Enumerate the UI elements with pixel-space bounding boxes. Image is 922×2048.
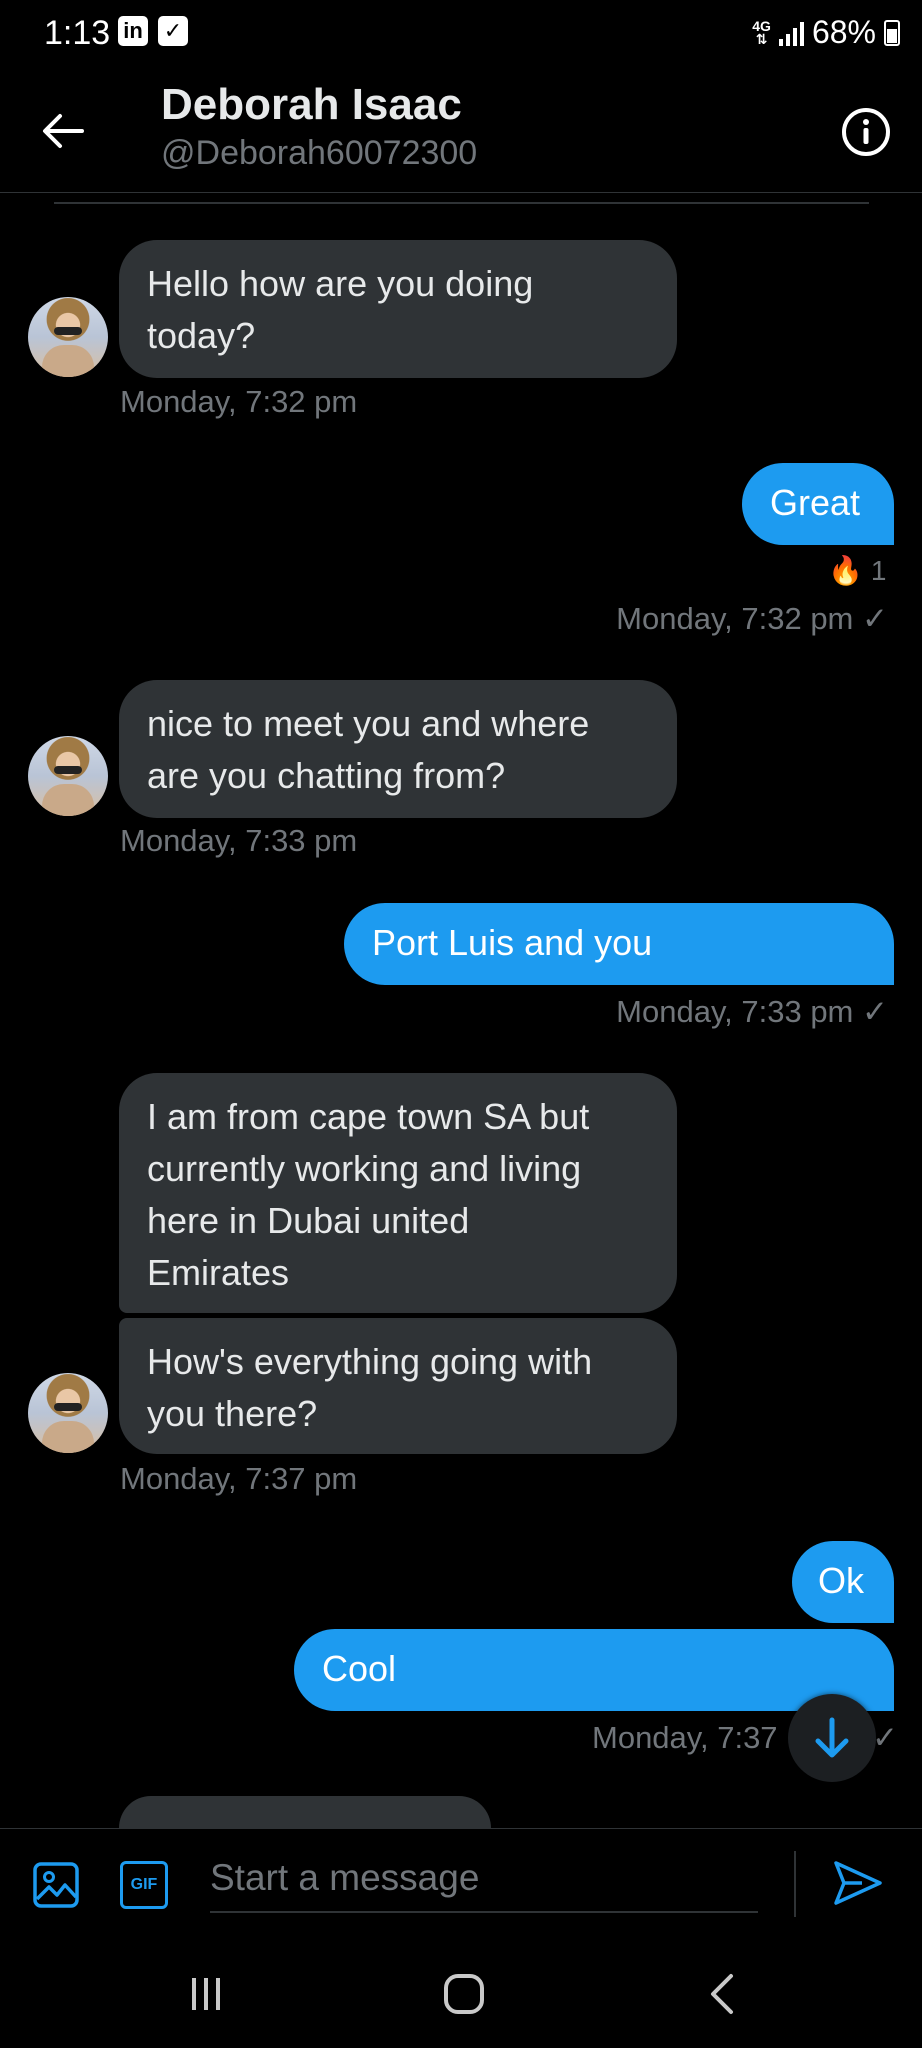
incoming-message-bubble[interactable]: Hello how are you doing today? [119, 240, 677, 378]
info-icon [842, 108, 890, 156]
checkbox-notification-icon: ✓ [158, 16, 188, 46]
message-text: Cool [322, 1648, 397, 1689]
message-timestamp: Monday, 7:32 pm [120, 384, 358, 419]
thread-top-divider [54, 202, 869, 204]
incoming-message-bubble-partial[interactable] [119, 1796, 491, 1828]
linkedin-icon: in [118, 16, 148, 46]
avatar[interactable] [28, 297, 108, 377]
timestamp-text: Monday, 7:33 pm [616, 994, 854, 1029]
outgoing-message-bubble[interactable]: Cool [294, 1629, 894, 1711]
message-line: here in Dubai united [147, 1200, 470, 1241]
arrow-down-icon [815, 1717, 849, 1758]
outgoing-message-bubble[interactable]: Port Luis and you [344, 903, 894, 985]
reaction-badge[interactable]: 🔥 1 [828, 554, 886, 587]
status-time: 1:13 [44, 14, 111, 52]
send-button[interactable] [832, 1857, 884, 1909]
outgoing-message-bubble[interactable]: Great [742, 463, 894, 545]
message-line: Emirates [147, 1252, 290, 1293]
incoming-message-bubble[interactable]: nice to meet you and where are you chatt… [119, 680, 677, 818]
message-line: Hello how are you doing [147, 263, 534, 304]
incoming-message-bubble[interactable]: How's everything going with you there? [119, 1318, 677, 1454]
contact-handle[interactable]: @Deborah60072300 [161, 134, 477, 173]
message-line: you there? [147, 1393, 318, 1434]
message-text: Port Luis and you [372, 922, 653, 963]
chevron-left-icon [711, 1974, 733, 2014]
fire-emoji-icon: 🔥 [828, 555, 863, 586]
message-timestamp: Monday, 7:33 pm [120, 823, 358, 858]
avatar[interactable] [28, 1373, 108, 1453]
recent-apps-button[interactable] [176, 1966, 236, 2022]
back-button[interactable] [38, 106, 88, 156]
timestamp-text: Monday, 7:37 [592, 1720, 778, 1755]
message-line: I am from cape town SA but [147, 1096, 590, 1137]
sent-check-icon: ✓ [862, 601, 888, 636]
message-input[interactable] [210, 1845, 758, 1913]
message-line: currently working and living [147, 1148, 582, 1189]
outgoing-message-bubble[interactable]: Ok [792, 1541, 894, 1623]
message-line: nice to meet you and where [147, 703, 590, 744]
home-button[interactable] [434, 1966, 494, 2022]
send-icon [834, 1861, 882, 1905]
gif-icon: GIF [130, 1876, 158, 1893]
scroll-to-bottom-button[interactable] [788, 1694, 876, 1782]
recent-apps-icon [192, 1978, 220, 2010]
status-right-group: 4G ⇅ 68% [752, 14, 900, 51]
message-timestamp: Monday, 7:32 pm ✓ [616, 601, 888, 637]
arrow-left-icon [43, 114, 84, 148]
battery-icon [884, 19, 900, 46]
signal-icon [778, 20, 804, 46]
message-text: Ok [818, 1560, 865, 1601]
network-type-label: 4G [752, 17, 771, 34]
timestamp-text: Monday, 7:32 pm [616, 601, 854, 636]
contact-name[interactable]: Deborah Isaac [161, 80, 462, 130]
conversation-header: Deborah Isaac @Deborah60072300 [0, 66, 922, 193]
message-text: Great [770, 482, 861, 523]
battery-percent: 68% [811, 14, 876, 50]
message-line: today? [147, 315, 256, 356]
network-type-icon: 4G ⇅ [752, 17, 771, 47]
home-icon [444, 1974, 484, 2014]
info-button[interactable] [840, 106, 892, 158]
reaction-count: 1 [870, 554, 887, 586]
status-bar: 1:13 in ✓ 4G ⇅ 68% [0, 0, 922, 66]
message-line: are you chatting from? [147, 755, 506, 796]
system-navigation-bar [0, 1940, 922, 2048]
avatar[interactable] [28, 736, 108, 816]
message-timestamp: Monday, 7:37 pm [120, 1461, 358, 1496]
media-button[interactable] [32, 1861, 80, 1909]
gif-button[interactable]: GIF [120, 1861, 168, 1909]
message-line: How's everything going with [147, 1341, 593, 1382]
system-back-button[interactable] [692, 1966, 752, 2022]
message-composer: GIF [0, 1828, 922, 1941]
message-timestamp: Monday, 7:33 pm ✓ [616, 994, 888, 1030]
incoming-message-bubble[interactable]: I am from cape town SA but currently wor… [119, 1073, 677, 1313]
image-icon [33, 1862, 79, 1908]
message-timestamp: Monday, 7:37 [592, 1720, 778, 1756]
sent-check-icon: ✓ [862, 994, 888, 1029]
composer-divider [794, 1851, 796, 1917]
